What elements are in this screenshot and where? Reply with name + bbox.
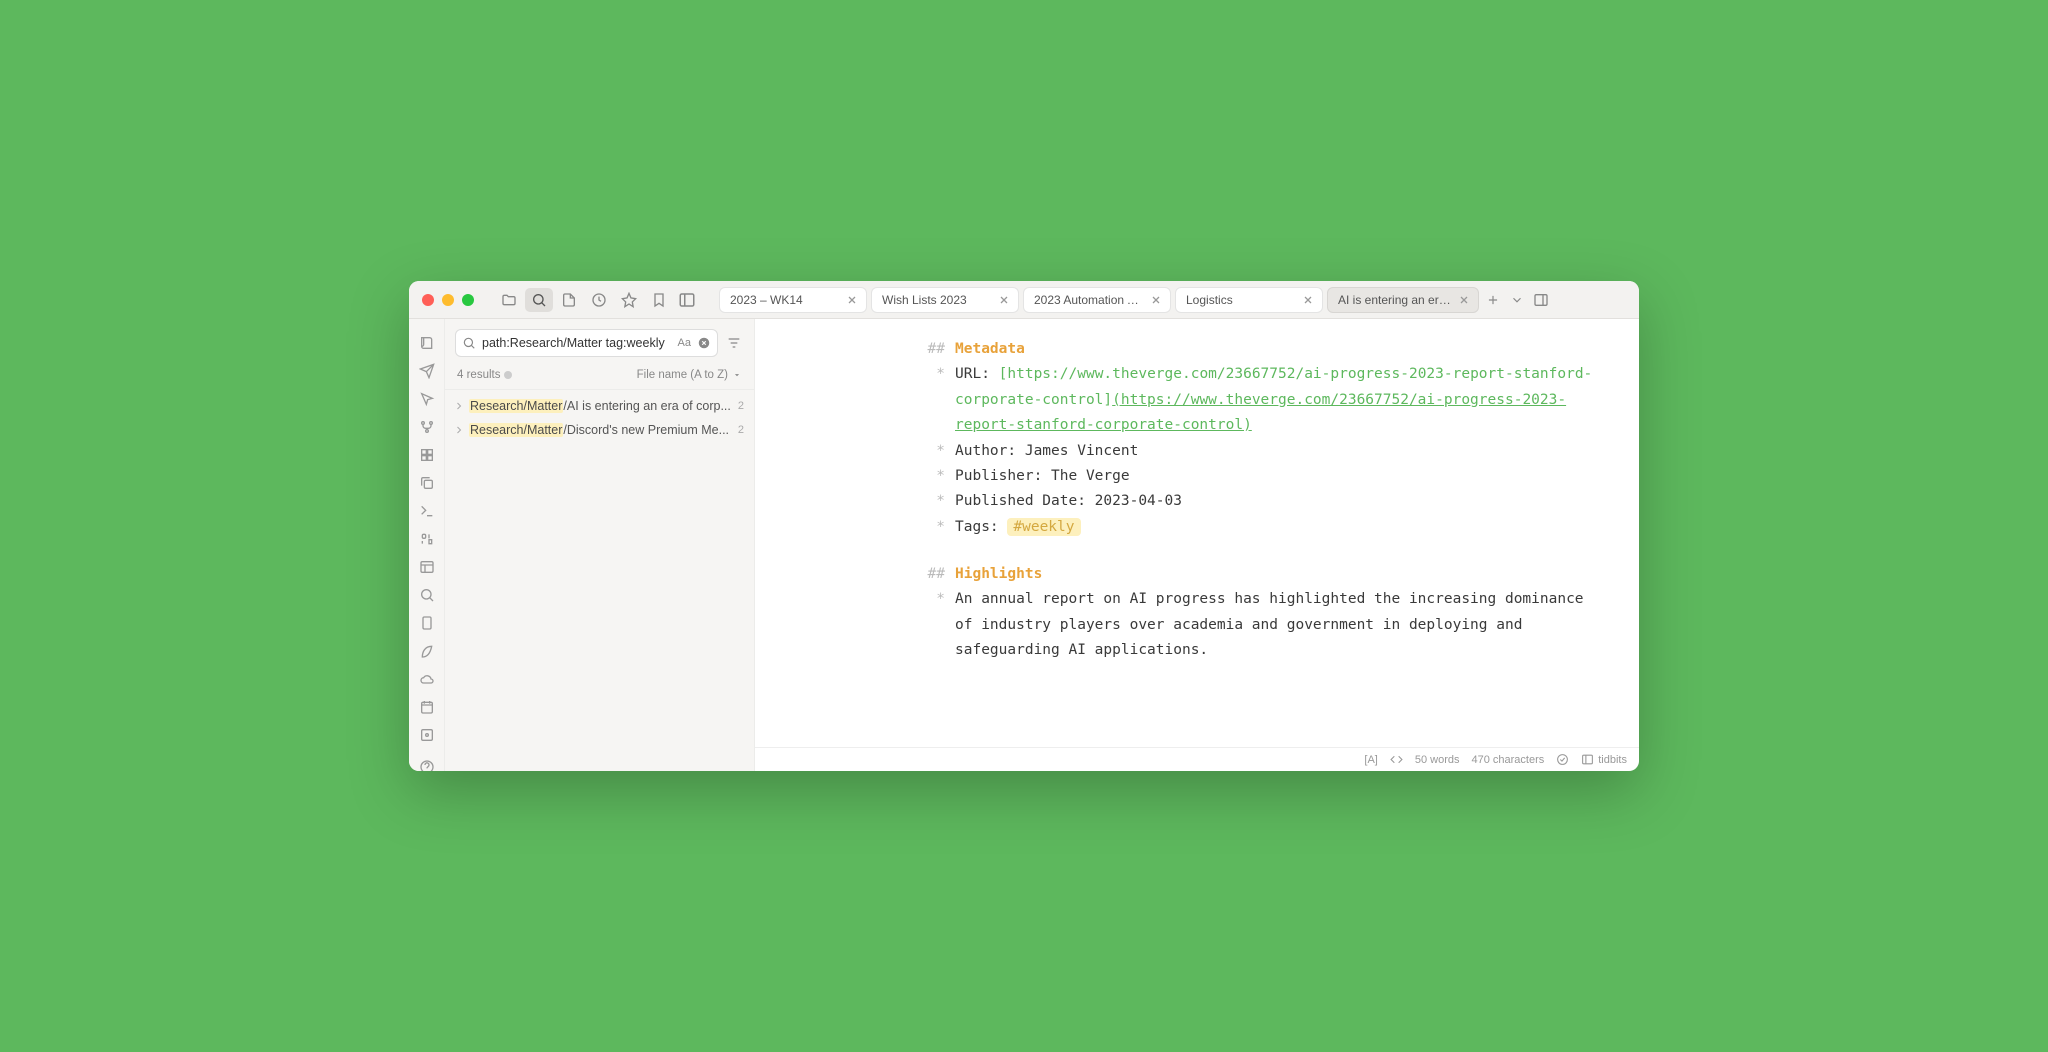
sort-control[interactable]: File name (A to Z) [637,369,742,381]
terminal-icon[interactable] [415,503,439,519]
layout-icon[interactable] [415,559,439,575]
editor[interactable]: ##Metadata *URL: [https://www.theverge.c… [755,319,1639,747]
results-header: 4 results File name (A to Z) [445,365,754,390]
tab-label: Logistics [1186,293,1296,307]
chevron-down-icon [732,370,742,380]
folder-icon[interactable] [495,288,523,312]
filter-icon[interactable] [724,333,744,353]
chevron-down-icon[interactable] [1507,290,1527,310]
cursor-icon[interactable] [415,391,439,407]
publisher-line: Publisher: The Verge [955,464,1599,489]
tab-logistics[interactable]: Logistics [1175,287,1323,313]
statusbar: [A] 50 words 470 characters tidbits [755,747,1639,771]
close-icon[interactable] [998,294,1010,306]
tab-actions [1483,290,1557,310]
sidebar-toggle-icon[interactable] [673,288,701,312]
icon-rail [409,319,445,771]
cloud-icon[interactable] [415,671,439,687]
result-text: Research/Matter/Discord's new Premium Me… [469,423,734,437]
main: Aa 4 results File name (A to Z) Res [409,319,1639,771]
tab-2023-wk14[interactable]: 2023 – WK14 [719,287,867,313]
heading-highlights: Highlights [955,566,1042,582]
clear-icon[interactable] [697,336,711,350]
chevron-right-icon [453,424,465,436]
search-icon[interactable] [525,288,553,312]
close-icon[interactable] [1302,294,1314,306]
star-icon[interactable] [615,288,643,312]
tab-ai-era[interactable]: AI is entering an era o... [1327,287,1479,313]
panel-toggle-icon[interactable] [1531,290,1551,310]
branch-icon[interactable] [415,419,439,435]
tab-label: 2023 – WK14 [730,293,840,307]
bookmark-icon[interactable] [645,288,673,312]
search-row: Aa [445,319,754,365]
close-icon[interactable] [1150,294,1162,306]
tag-weekly[interactable]: #weekly [1007,518,1080,536]
send-icon[interactable] [415,363,439,379]
results-label: 4 results [457,369,500,381]
author-line: Author: James Vincent [955,439,1599,464]
traffic-lights [409,294,487,306]
result-list: Research/Matter/AI is entering an era of… [445,390,754,446]
status-space[interactable]: tidbits [1581,753,1627,766]
search-rail-icon[interactable] [415,587,439,603]
url-line: URL: [https://www.theverge.com/23667752/… [955,362,1599,438]
book-icon[interactable] [415,335,439,351]
sidebar: Aa 4 results File name (A to Z) Res [445,319,755,771]
search-input[interactable] [482,336,672,350]
results-count: 4 results [457,369,637,381]
match-case-toggle[interactable]: Aa [678,337,691,349]
search-box[interactable]: Aa [455,329,718,357]
calendar-icon[interactable] [415,699,439,715]
result-item[interactable]: Research/Matter/Discord's new Premium Me… [445,418,754,442]
leaf-icon[interactable] [415,643,439,659]
status-mode[interactable]: [A] [1364,754,1377,766]
code-icon[interactable] [1390,753,1403,766]
result-item[interactable]: Research/Matter/AI is entering an era of… [445,394,754,418]
status-words: 50 words [1415,754,1460,766]
plus-icon[interactable] [1483,290,1503,310]
archive-icon[interactable] [415,727,439,743]
tab-label: 2023 Automation Ap... [1034,293,1144,307]
search-icon [462,336,476,350]
published-line: Published Date: 2023-04-03 [955,489,1599,514]
app-window: 2023 – WK14 Wish Lists 2023 2023 Automat… [409,281,1639,771]
clock-icon[interactable] [585,288,613,312]
binary-icon[interactable] [415,531,439,547]
status-chars: 470 characters [1471,754,1544,766]
grid-icon[interactable] [415,447,439,463]
chevron-right-icon [453,400,465,412]
highlight-text: An annual report on AI progress has high… [955,587,1599,663]
window-minimize[interactable] [442,294,454,306]
content: ##Metadata *URL: [https://www.theverge.c… [755,319,1639,771]
help-icon[interactable] [415,755,439,771]
tabs-bar: 2023 – WK14 Wish Lists 2023 2023 Automat… [713,287,1639,313]
sort-label: File name (A to Z) [637,369,728,381]
titlebar: 2023 – WK14 Wish Lists 2023 2023 Automat… [409,281,1639,319]
close-icon[interactable] [846,294,858,306]
tablet-icon[interactable] [415,615,439,631]
dot-icon [504,371,512,379]
copy-icon[interactable] [415,475,439,491]
file-icon[interactable] [555,288,583,312]
tab-label: AI is entering an era o... [1338,293,1452,307]
window-maximize[interactable] [462,294,474,306]
heading-metadata: Metadata [955,341,1025,357]
toolbar [495,288,673,312]
result-count: 2 [738,400,744,412]
result-text: Research/Matter/AI is entering an era of… [469,399,734,413]
tab-automation[interactable]: 2023 Automation Ap... [1023,287,1171,313]
tab-label: Wish Lists 2023 [882,293,992,307]
result-count: 2 [738,424,744,436]
check-icon[interactable] [1556,753,1569,766]
close-icon[interactable] [1458,294,1470,306]
tab-wish-lists[interactable]: Wish Lists 2023 [871,287,1019,313]
tags-line: Tags: #weekly [955,515,1599,540]
window-close[interactable] [422,294,434,306]
